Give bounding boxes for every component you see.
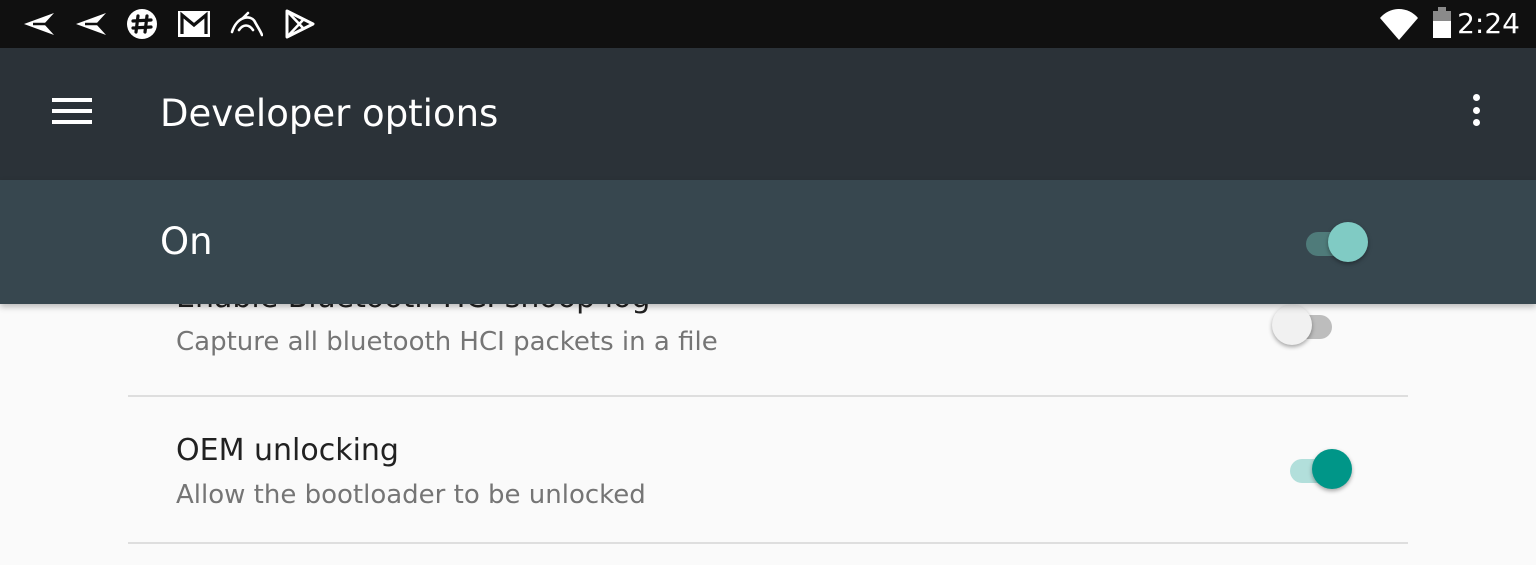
more-vert-icon[interactable] [1468, 94, 1484, 134]
master-switch-bar[interactable]: On [0, 180, 1536, 304]
wifi-icon [1378, 0, 1420, 48]
master-switch-label: On [160, 220, 213, 263]
setting-summary: Capture all bluetooth HCI packets in a f… [176, 327, 718, 357]
switch-thumb [1312, 449, 1352, 489]
switch-thumb [1328, 222, 1368, 262]
kali-dragon-icon [229, 8, 263, 40]
hamburger-menu-icon[interactable] [52, 98, 92, 126]
master-toggle-switch[interactable] [1300, 220, 1370, 262]
oem-unlocking-toggle-switch[interactable] [1284, 447, 1354, 489]
page-title: Developer options [160, 92, 499, 135]
battery-icon [1430, 0, 1454, 48]
setting-title: Enable Bluetooth HCI snoop log [176, 304, 650, 315]
send-icon [74, 8, 108, 40]
divider [128, 542, 1408, 544]
send-icon [22, 8, 56, 40]
list-item[interactable]: Enable Bluetooth HCI snoop log Capture a… [0, 304, 1536, 396]
bluetooth-hci-toggle-switch[interactable] [1270, 304, 1340, 345]
setting-title: OEM unlocking [176, 433, 399, 468]
app-toolbar: Developer options [0, 48, 1536, 180]
status-time: 2:24 [1457, 7, 1520, 40]
slack-icon [125, 8, 159, 40]
switch-thumb [1272, 305, 1312, 345]
list-item[interactable]: OEM unlocking Allow the bootloader to be… [0, 397, 1536, 543]
setting-summary: Allow the bootloader to be unlocked [176, 480, 646, 510]
gmail-icon [177, 8, 211, 40]
status-bar: 2:24 [0, 0, 1536, 48]
settings-list: Enable Bluetooth HCI snoop log Capture a… [0, 304, 1536, 565]
play-store-icon [283, 8, 317, 40]
